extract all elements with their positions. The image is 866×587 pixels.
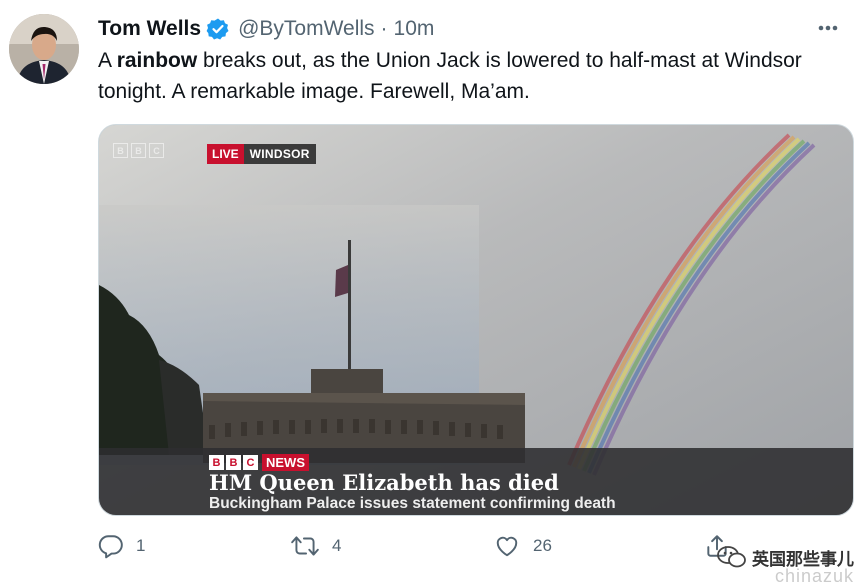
avatar[interactable]: [9, 14, 79, 84]
tweet-text-rest: breaks out, as the Union Jack is lowered…: [98, 49, 802, 103]
bbc-corner-block: B: [131, 143, 146, 158]
retweet-count: 4: [332, 536, 342, 555]
like-icon: [496, 536, 518, 557]
reply-button[interactable]: 1: [98, 533, 145, 559]
more-icon[interactable]: [814, 16, 842, 40]
bbc-block: C: [243, 455, 258, 470]
news-subline: Buckingham Palace issues statement confi…: [209, 495, 616, 512]
news-headline: HM Queen Elizabeth has died: [209, 470, 559, 495]
verified-badge-icon: [206, 17, 230, 41]
like-count: 26: [533, 536, 552, 555]
bbc-corner-block: C: [149, 143, 164, 158]
live-label: LIVE: [207, 144, 244, 164]
flagpole: [348, 240, 351, 380]
reply-count: 1: [136, 536, 146, 555]
bbc-block: B: [226, 455, 241, 470]
tweet-text-bold: rainbow: [116, 49, 198, 72]
news-lower-third: B B C NEWS HM Queen Elizabeth has died B…: [99, 448, 853, 515]
union-jack-flag: [335, 265, 348, 297]
tweet-media-image[interactable]: B B C LIVE WINDSOR B B C NEWS HM Queen E…: [98, 124, 854, 516]
author-display-name[interactable]: Tom Wells: [98, 17, 201, 41]
live-location-tag: LIVE WINDSOR: [207, 144, 316, 164]
avatar-photo: [9, 14, 79, 84]
tweet-text-start: A: [98, 49, 117, 72]
bbc-block: B: [209, 455, 224, 470]
news-label: NEWS: [262, 454, 309, 471]
tweet-text: A rainbow breaks out, as the Union Jack …: [98, 45, 858, 107]
bbc-corner-logo: B B C: [113, 143, 164, 158]
bbc-news-logo: B B C NEWS: [209, 454, 309, 471]
retweet-button[interactable]: 4: [290, 533, 341, 559]
watermark: 英国那些事儿 chinazuk: [716, 544, 854, 586]
author-handle[interactable]: @ByTomWells: [238, 17, 374, 41]
watermark-subtext: chinazuk: [774, 566, 854, 586]
timestamp[interactable]: 10m: [394, 17, 435, 41]
bbc-corner-block: B: [113, 143, 128, 158]
separator-dot: ·: [380, 17, 388, 40]
live-location: WINDSOR: [243, 144, 316, 164]
retweet-icon: [291, 536, 319, 556]
like-button[interactable]: 26: [493, 533, 552, 559]
tweet-header: Tom Wells @ByTomWells · 10m: [98, 14, 846, 44]
wechat-icon: [717, 546, 746, 568]
reply-icon: [98, 535, 123, 559]
